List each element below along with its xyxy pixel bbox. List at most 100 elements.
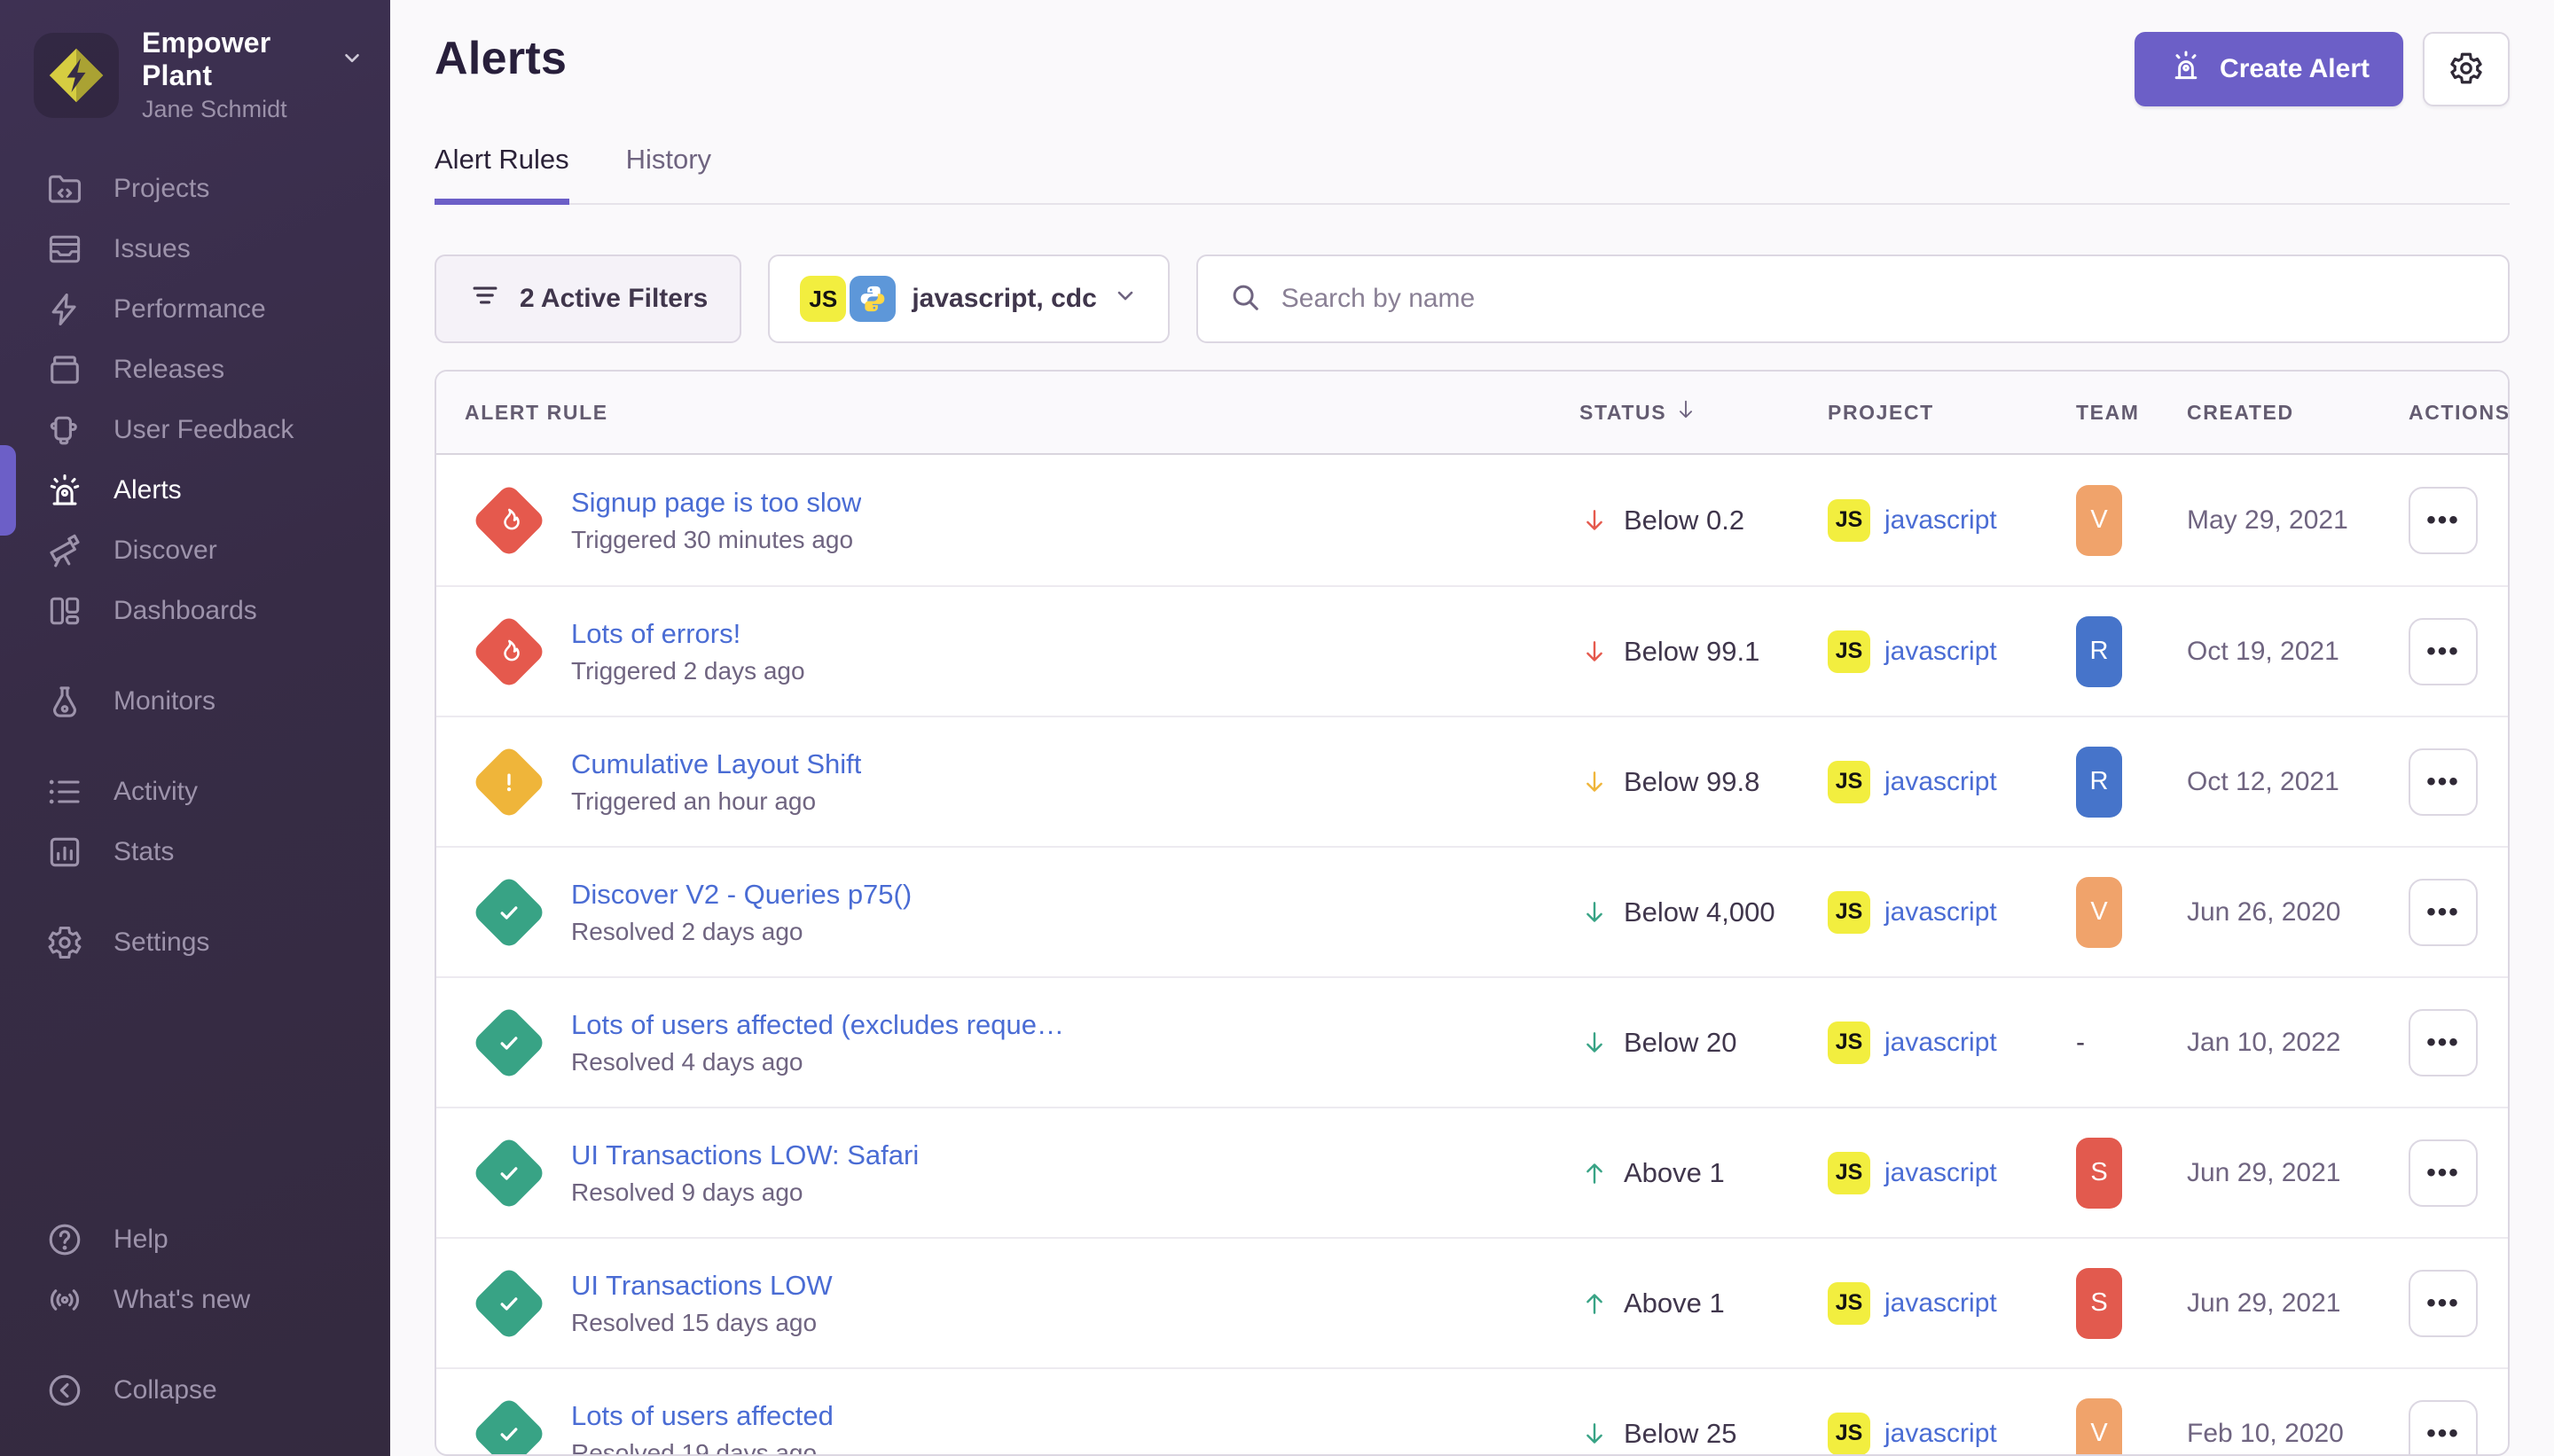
table-header-row: ALERT RULE STATUS PROJECT TEAM CREATED A… (436, 372, 2508, 455)
sidebar-item-user-feedback[interactable]: User Feedback (0, 400, 390, 460)
status-threshold: Below 25 (1624, 1418, 1737, 1450)
flame-icon (493, 636, 525, 668)
alert-rule-link[interactable]: Lots of users affected (excludes reque… (571, 1009, 1064, 1041)
dashboards-icon (44, 591, 85, 631)
project-link[interactable]: javascript (1884, 505, 1997, 536)
org-switcher[interactable]: Empower Plant Jane Schmidt (0, 0, 390, 123)
arrow-up-icon (1579, 1158, 1610, 1188)
siren-icon (2168, 48, 2204, 90)
project-link[interactable]: javascript (1884, 1288, 1997, 1319)
create-alert-button[interactable]: Create Alert (2135, 32, 2403, 106)
sidebar-item-issues[interactable]: Issues (0, 219, 390, 279)
monitors-icon (44, 681, 85, 722)
column-header-status[interactable]: STATUS (1579, 397, 1828, 427)
check-icon (493, 1157, 525, 1189)
tab-history[interactable]: History (626, 144, 711, 205)
row-actions-button[interactable]: ••• (2409, 1139, 2478, 1207)
sidebar-item-releases[interactable]: Releases (0, 340, 390, 400)
org-name: Empower Plant (142, 27, 328, 92)
active-filters-button[interactable]: 2 Active Filters (435, 254, 741, 343)
alert-rule-link[interactable]: Discover V2 - Queries p75() (571, 879, 912, 911)
alert-rule-link[interactable]: Lots of users affected (571, 1400, 834, 1432)
javascript-project-icon: JS (800, 276, 846, 322)
sidebar-item-performance[interactable]: Performance (0, 279, 390, 340)
alert-rule-status-detail: Triggered an hour ago (571, 787, 861, 816)
alert-rules-table: ALERT RULE STATUS PROJECT TEAM CREATED A… (435, 370, 2510, 1456)
team-cell: V (2076, 1398, 2187, 1456)
project-link[interactable]: javascript (1884, 637, 1997, 667)
python-project-icon (850, 276, 896, 322)
alert-rule-link[interactable]: Signup page is too slow (571, 487, 861, 519)
projects-icon (44, 168, 85, 209)
team-cell: V (2076, 485, 2187, 556)
alert-rule-status-detail: Resolved 19 days ago (571, 1439, 834, 1456)
project-selector[interactable]: JS javascript, cdc (768, 254, 1169, 343)
row-actions-button[interactable]: ••• (2409, 487, 2478, 554)
alert-rule-link[interactable]: UI Transactions LOW (571, 1270, 833, 1302)
row-actions-button[interactable]: ••• (2409, 748, 2478, 816)
alert-rule-link[interactable]: Cumulative Layout Shift (571, 748, 861, 780)
sidebar-item-help[interactable]: Help (0, 1209, 390, 1270)
releases-icon (44, 349, 85, 390)
alert-rule-link[interactable]: UI Transactions LOW: Safari (571, 1139, 919, 1171)
search-input[interactable] (1281, 284, 2478, 314)
javascript-platform-icon: JS (1828, 891, 1870, 934)
sidebar-item-monitors[interactable]: Monitors (0, 671, 390, 732)
sidebar-item-projects[interactable]: Projects (0, 159, 390, 219)
column-header-alert-rule: ALERT RULE (436, 401, 1579, 425)
alert-rule-status-detail: Resolved 9 days ago (571, 1178, 919, 1207)
row-actions-button[interactable]: ••• (2409, 1270, 2478, 1337)
project-cell: JS javascript (1828, 1413, 2076, 1455)
project-link[interactable]: javascript (1884, 1158, 1997, 1188)
sidebar-footer-nav: HelpWhat's new Collapse (0, 1179, 390, 1456)
team-avatar: S (2076, 1138, 2122, 1209)
sidebar-item-settings[interactable]: Settings (0, 912, 390, 973)
sidebar-item-dashboards[interactable]: Dashboards (0, 581, 390, 641)
table-row: Lots of users affected (excludes reque… … (436, 976, 2508, 1107)
warning-icon (493, 766, 525, 798)
discover-icon (44, 530, 85, 571)
status-threshold: Above 1 (1624, 1288, 1725, 1319)
project-cell: JS javascript (1828, 1282, 2076, 1325)
sidebar-nav: Projects IssuesPerformanceReleasesUser Fe… (0, 159, 390, 973)
status-threshold: Below 20 (1624, 1027, 1737, 1059)
sidebar-item-label: Activity (114, 777, 198, 807)
sidebar-item-label: Projects (114, 174, 209, 204)
check-icon (493, 896, 525, 928)
alert-rule-link[interactable]: Lots of errors! (571, 618, 805, 650)
alert-settings-button[interactable] (2423, 32, 2510, 106)
flame-icon (493, 505, 525, 536)
sidebar-item-collapse[interactable]: Collapse (0, 1360, 390, 1421)
org-user-name: Jane Schmidt (142, 96, 364, 123)
project-cell: JS javascript (1828, 1022, 2076, 1064)
status-threshold: Above 1 (1624, 1157, 1725, 1189)
arrow-down-icon (1579, 767, 1610, 797)
arrow-down-icon (1579, 897, 1610, 928)
created-date: Jun 26, 2020 (2187, 897, 2409, 928)
project-link[interactable]: javascript (1884, 1419, 1997, 1449)
project-link[interactable]: javascript (1884, 767, 1997, 797)
table-row: Lots of errors! Triggered 2 days ago Bel… (436, 585, 2508, 716)
status-cell: Below 4,000 (1579, 896, 1828, 928)
created-date: Feb 10, 2020 (2187, 1419, 2409, 1449)
status-threshold: Below 0.2 (1624, 505, 1744, 536)
sidebar-item-discover[interactable]: Discover (0, 521, 390, 581)
column-header-actions: ACTIONS (2409, 401, 2508, 425)
row-actions-button[interactable]: ••• (2409, 1400, 2478, 1456)
column-header-project: PROJECT (1828, 401, 2076, 425)
stats-icon (44, 832, 85, 873)
row-actions-button[interactable]: ••• (2409, 879, 2478, 946)
project-link[interactable]: javascript (1884, 1028, 1997, 1058)
sidebar-item-stats[interactable]: Stats (0, 822, 390, 882)
sidebar-item-what-s-new[interactable]: What's new (0, 1270, 390, 1330)
tab-alert-rules[interactable]: Alert Rules (435, 144, 569, 205)
sidebar-item-alerts[interactable]: Alerts (0, 460, 390, 521)
sidebar-item-activity[interactable]: Activity (0, 762, 390, 822)
team-cell: S (2076, 1268, 2187, 1339)
row-actions-button[interactable]: ••• (2409, 618, 2478, 685)
team-avatar: S (2076, 1268, 2122, 1339)
row-actions-button[interactable]: ••• (2409, 1009, 2478, 1076)
gear-icon (2448, 50, 2485, 90)
user-feedback-icon (44, 410, 85, 450)
project-link[interactable]: javascript (1884, 897, 1997, 928)
